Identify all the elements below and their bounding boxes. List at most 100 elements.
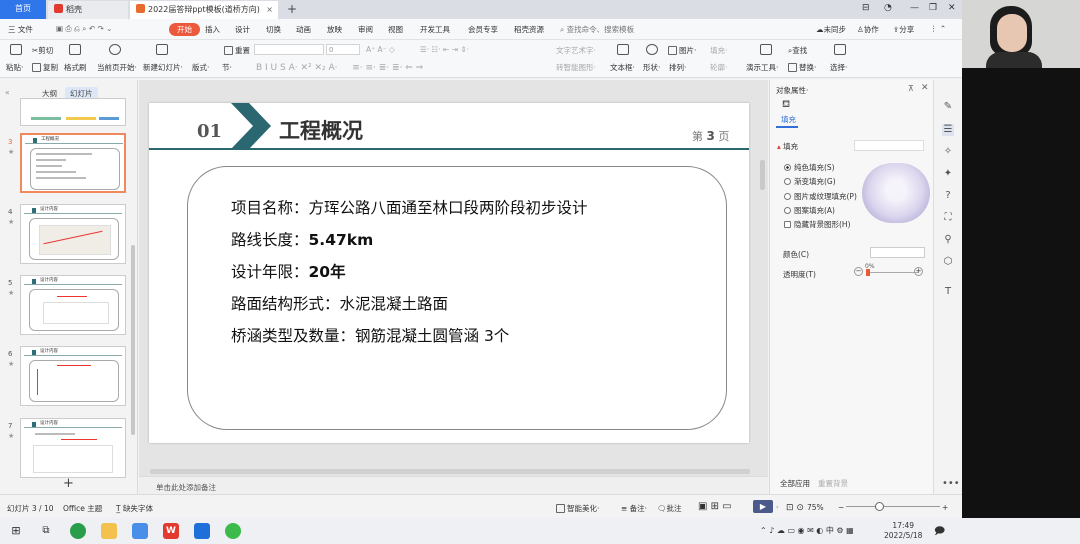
close-tab-icon[interactable]: × (266, 1, 273, 19)
font-style-icons[interactable]: B I U S A· ✕² ✕₂ A· ≡· ≡· ≣· ≣· ⇐ ⇒ (256, 60, 423, 73)
transform-icon[interactable]: ⛶ (942, 212, 954, 224)
presentation-tools-button[interactable]: 演示工具· (746, 62, 778, 73)
minimize-button[interactable]: — (910, 3, 919, 13)
slideshow-dropdown-icon[interactable]: · (776, 503, 778, 512)
zoom-slider[interactable] (846, 506, 940, 507)
copy-button[interactable]: 复制 (32, 62, 58, 73)
tab-fill[interactable]: 填充 (781, 114, 796, 125)
menu-member[interactable]: 会员专享 (468, 24, 498, 35)
thumbnails-scrollbar[interactable] (131, 245, 135, 435)
thumbnail-slide-5[interactable]: 设计内容 (20, 275, 126, 335)
smart-shape-button[interactable]: 转智能图形· (556, 62, 596, 73)
thumbnail-slide-6[interactable]: 设计内容 (20, 346, 126, 406)
tab-document[interactable]: 2022届答辩ppt模板(道桥方向) × (130, 1, 278, 19)
zoom-slider-handle[interactable] (875, 502, 884, 511)
section-button[interactable]: 节· (222, 62, 232, 73)
app-icon[interactable] (132, 523, 148, 539)
menu-developer[interactable]: 开发工具 (420, 24, 450, 35)
command-search[interactable]: ⌕ 查找命令、搜索模板 (560, 24, 634, 35)
system-clock[interactable]: 17:49 2022/5/18 (884, 521, 922, 541)
tray-icons[interactable]: ⌃ ♪ ☁ ▭ ◉ ✉ ◐ 中 ⚙ ▦ (760, 525, 854, 536)
transparency-slider[interactable] (868, 272, 918, 273)
option-gradient-fill[interactable]: 渐变填充(G) (784, 176, 836, 187)
editor-vscroll[interactable] (760, 160, 765, 190)
notes-button[interactable]: ≡ 备注· (621, 503, 647, 514)
menu-design[interactable]: 设计 (235, 24, 250, 35)
fill-preset-select[interactable] (854, 140, 924, 151)
menu-view[interactable]: 视图 (388, 24, 403, 35)
thumbnail-2-partial[interactable] (20, 98, 126, 126)
arrange-button[interactable]: 排列· (669, 62, 686, 73)
properties-icon[interactable]: ☰ (942, 124, 954, 136)
find-button[interactable]: ⌕查找 (788, 45, 807, 56)
plus-icon[interactable]: + (914, 267, 923, 276)
option-solid-fill[interactable]: 纯色填充(S) (784, 162, 835, 173)
more-options-icon[interactable]: ••• (942, 478, 960, 490)
view-mode-icons[interactable]: ▣ ⊞ ▭ (698, 501, 732, 512)
missing-font-button[interactable]: T̲ 缺失字体 (116, 503, 153, 514)
collapse-panel-icon[interactable]: « (5, 88, 10, 97)
current-page-start-button[interactable]: 当前页开始· (97, 62, 137, 73)
meeting-app-icon[interactable] (194, 523, 210, 539)
menu-docer[interactable]: 稻壳资源 (514, 24, 544, 35)
smart-beautify-button[interactable]: 智能美化· (556, 503, 599, 514)
fill-section-header[interactable]: ▴ 填充 (777, 141, 798, 152)
option-pattern-fill[interactable]: 图案填充(A) (784, 205, 835, 216)
text-direction-button[interactable]: 文字艺术字· (556, 45, 596, 56)
sync-status[interactable]: ☁未同步 (816, 24, 846, 35)
color-select[interactable] (870, 247, 925, 258)
magic-icon[interactable]: ✦ (942, 168, 954, 180)
add-slide-button[interactable]: + (63, 476, 74, 491)
picture-button[interactable]: 图片· (668, 45, 696, 56)
font-size-up-down-icons[interactable]: A⁺ A⁻ ◇ (366, 45, 395, 54)
windows-start-icon[interactable]: ⊞ (8, 523, 24, 539)
notification-icon[interactable]: 🗩 (934, 524, 945, 541)
new-slide-button[interactable]: 新建幻灯片· (143, 62, 183, 73)
thumbnail-slide-4[interactable]: 设计内容 (20, 204, 126, 264)
menu-slideshow[interactable]: 放映 (327, 24, 342, 35)
shape-button[interactable]: 形状· (643, 62, 660, 73)
fill-button[interactable]: 填充· (710, 45, 727, 56)
cut-button[interactable]: ✂剪切 (32, 45, 53, 56)
select-button[interactable]: 选择· (830, 62, 847, 73)
quick-access-icons[interactable]: ▣ ⎙ ⎌ ⌕ ↶ ↷ ⌄ (56, 24, 112, 34)
help-icon[interactable]: ? (942, 190, 954, 202)
replace-button[interactable]: 替换· (788, 62, 816, 73)
layout-button[interactable]: 版式· (192, 62, 209, 73)
new-tab-button[interactable]: + (287, 2, 297, 16)
format-painter-button[interactable]: 格式刷 (64, 62, 87, 73)
wechat-icon[interactable] (225, 523, 241, 539)
slide-canvas[interactable]: 01 工程概况 第 3 页 项目名称：方珲公路八面通至林口段两阶段初步设计 路线… (149, 103, 749, 443)
reset-background-button[interactable]: 重置背景 (818, 478, 848, 489)
paste-button[interactable]: 粘贴· (6, 62, 23, 73)
thumbnail-slide-7[interactable]: 设计内容 (20, 418, 126, 478)
hide-background-checkbox[interactable]: 隐藏背景图形(H) (784, 219, 851, 230)
task-view-icon[interactable]: ⧉ (38, 523, 54, 539)
comments-button[interactable]: 🗨批注 (657, 503, 682, 514)
star-animation-icon[interactable]: ✧ (942, 146, 954, 158)
menu-review[interactable]: 审阅 (358, 24, 373, 35)
apply-all-button[interactable]: 全部应用 (780, 478, 810, 489)
menu-start[interactable]: 开始 (169, 23, 200, 36)
menu-file[interactable]: 三 文件 (8, 24, 33, 35)
list-icons[interactable]: ☰· ☷· ⇤ ⇥ ⇕· (420, 45, 469, 54)
menu-animation[interactable]: 动画 (296, 24, 311, 35)
user-icon[interactable]: ◔ (884, 3, 892, 13)
close-panel-icon[interactable]: ✕ (921, 83, 929, 93)
tab-wps[interactable]: 稻壳 (48, 1, 128, 19)
font-size-select[interactable]: 0 (326, 44, 360, 55)
notes-area[interactable]: 单击此处添加备注 (139, 476, 768, 494)
text-box-button[interactable]: 文本框· (610, 62, 635, 73)
close-window-button[interactable]: ✕ (948, 3, 956, 13)
reset-button[interactable]: 重置 (224, 45, 250, 56)
pin-icon[interactable]: ⊼ (908, 84, 914, 93)
zoom-out-button[interactable]: − (838, 503, 844, 512)
outline-button[interactable]: 轮廓· (710, 62, 727, 73)
slider-handle[interactable] (866, 269, 870, 276)
restore-button[interactable]: ❐ (929, 3, 937, 13)
text-icon[interactable]: T (942, 286, 954, 298)
thumbnail-slide-3[interactable]: 工程概况 (20, 133, 126, 193)
option-picture-fill[interactable]: 图片或纹理填充(P) (784, 191, 857, 202)
tab-home[interactable]: 首页 (0, 0, 46, 19)
collab-button[interactable]: ♙协作 (857, 24, 879, 35)
